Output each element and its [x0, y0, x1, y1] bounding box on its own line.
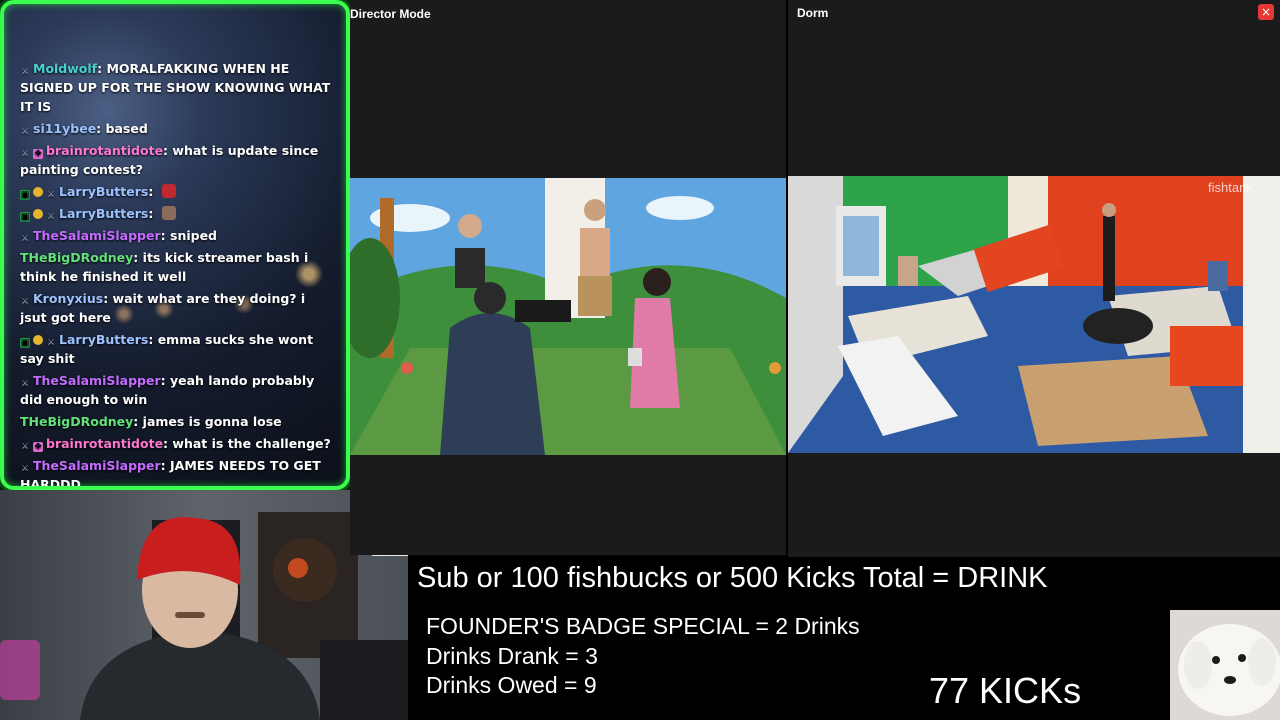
camera-panel-dorm: Dorm × fishtank	[788, 0, 1280, 557]
mod-badge-icon: ⚔	[20, 464, 30, 474]
camera-panel-director-mode: Director Mode	[350, 0, 786, 555]
mod-badge-icon: ⚔	[46, 190, 56, 200]
chat-username[interactable]: brainrotantidote	[46, 143, 163, 158]
chat-message: ⚔ ❖ brainrotantidote: what is update since…	[20, 143, 319, 177]
mod-badge-icon: ⚔	[20, 379, 30, 389]
chat-message: ▣ ⚔ LarryButters: emma sucks she wont say …	[20, 332, 314, 366]
founder-badge-special: FOUNDER'S BADGE SPECIAL = 2 Drinks	[426, 613, 860, 639]
chat-message-text: what is the challenge?	[172, 436, 331, 451]
sub-badge-icon: ▣	[20, 338, 30, 348]
chat-message: ⚔ TheSalamiSlapper: JAMES NEEDS TO GET HA…	[20, 458, 321, 490]
chat-username[interactable]: LarryButters	[59, 332, 148, 347]
chat-message: ⚔ TheSalamiSlapper: sniped	[20, 228, 217, 244]
fishtank-watermark: fishtank	[1208, 180, 1253, 195]
sub-badge-icon: ▣	[20, 212, 30, 222]
chat-username[interactable]: TheSalamiSlapper	[33, 228, 161, 243]
webcam-image	[0, 490, 408, 720]
chat-message: THeBigDRodney: james is gonna lose	[20, 414, 282, 429]
chat-username[interactable]: LarryButters	[59, 206, 148, 221]
chat-username[interactable]: THeBigDRodney	[20, 414, 133, 429]
drinks-owed: Drinks Owed = 9	[426, 672, 597, 698]
dog-image	[1170, 610, 1280, 720]
emote-icon	[161, 206, 176, 220]
chat-message-list: ⚔ Moldwolf: MORALFAKKING WHEN HE SIGNED U…	[20, 59, 334, 490]
chat-message: THeBigDRodney: its kick streamer bash i …	[20, 250, 309, 284]
chat-username[interactable]: THeBigDRodney	[20, 250, 133, 265]
cameraman	[440, 313, 545, 455]
mod-badge-icon: ⚔	[20, 149, 30, 159]
drinks-drank: Drinks Drank = 3	[426, 643, 598, 669]
mod-badge-icon: ⚔	[20, 442, 30, 452]
chat-message: ⚔ Moldwolf: MORALFAKKING WHEN HE SIGNED U…	[20, 61, 331, 114]
chat-username[interactable]: TheSalamiSlapper	[33, 373, 161, 388]
mod-badge-icon: ⚔	[46, 212, 56, 222]
chat-message-text: james is gonna lose	[142, 414, 282, 429]
mod-badge-icon: ⚔	[20, 127, 30, 137]
chat-message: ▣ ⚔ LarryButters:	[20, 204, 334, 223]
chat-username[interactable]: si11ybee	[33, 121, 96, 136]
mod-badge-icon: ⚔	[20, 234, 30, 244]
drink-rule-headline: Sub or 100 fishbucks or 500 Kicks Total …	[417, 562, 1048, 594]
chat-message: ⚔ Kronyxius: wait what are they doing? i …	[20, 291, 306, 325]
camera-title: Dorm	[797, 6, 829, 20]
mod-badge-icon: ⚔	[46, 338, 56, 348]
chat-username[interactable]: LarryButters	[59, 184, 148, 199]
chat-username[interactable]: Kronyxius	[33, 291, 103, 306]
coin-badge-icon	[33, 335, 43, 345]
chat-panel: ⚔ Moldwolf: MORALFAKKING WHEN HE SIGNED U…	[0, 0, 350, 490]
camera-feed-director-mode[interactable]	[350, 178, 786, 455]
camera-feed-dorm[interactable]: fishtank	[788, 176, 1280, 453]
close-button[interactable]: ×	[1258, 4, 1274, 20]
chat-message-text: sniped	[170, 228, 217, 243]
streamer-webcam	[0, 490, 408, 720]
mod-badge-icon: ⚔	[20, 67, 30, 77]
sub-badge-icon: ▣	[20, 190, 30, 200]
chat-message: ⚔ si11ybee: based	[20, 121, 148, 137]
coin-badge-icon	[33, 187, 43, 197]
camera-title: Director Mode	[350, 7, 431, 21]
chat-message: ▣ ⚔ LarryButters:	[20, 182, 334, 201]
gift-badge-icon: ❖	[33, 149, 43, 159]
chat-message-text: based	[105, 121, 148, 136]
coin-badge-icon	[33, 209, 43, 219]
chat-message: ⚔ ❖ brainrotantidote: what is the challeng…	[20, 436, 331, 452]
chat-username[interactable]: Moldwolf	[33, 61, 97, 76]
chat-username[interactable]: TheSalamiSlapper	[33, 458, 161, 473]
chat-username[interactable]: brainrotantidote	[46, 436, 163, 451]
emote-icon	[161, 184, 176, 198]
chat-message: ⚔ TheSalamiSlapper: yeah lando probably d…	[20, 373, 315, 407]
mod-badge-icon: ⚔	[20, 297, 30, 307]
gift-badge-icon: ❖	[33, 442, 43, 452]
kicks-counter: 77 KICKs	[929, 670, 1082, 711]
